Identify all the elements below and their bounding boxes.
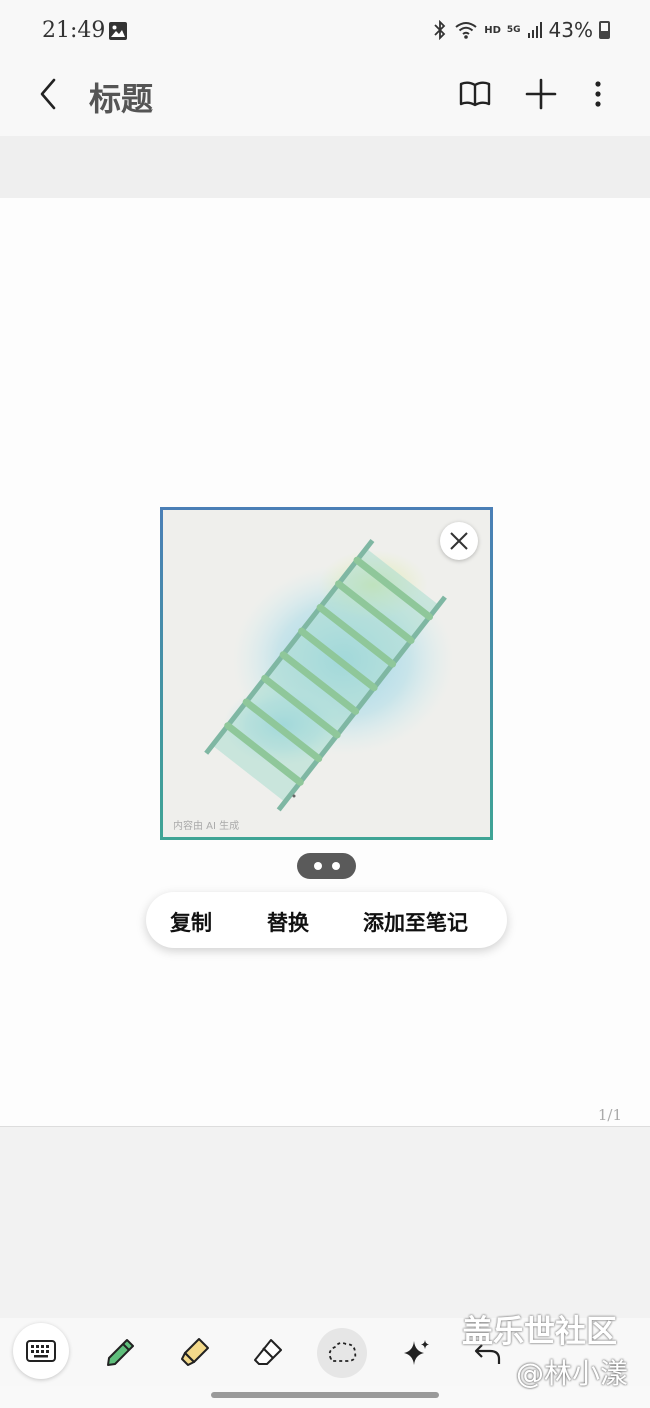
eraser-icon <box>254 1339 282 1365</box>
status-time: 21:49 <box>42 18 106 43</box>
top-gray-strip <box>0 136 650 198</box>
eraser-tool[interactable] <box>243 1328 293 1378</box>
highlighter-icon <box>181 1338 209 1366</box>
pen-tool[interactable] <box>95 1328 145 1378</box>
forum-watermark: 盖乐世社区 <box>462 1314 617 1350</box>
author-watermark: @林小漾 <box>516 1357 629 1390</box>
context-menu: 复制 替换 添加至笔记 <box>146 892 507 948</box>
more-icon[interactable] <box>580 76 616 112</box>
ai-assist-tool[interactable] <box>391 1328 441 1378</box>
sparkle-icon <box>404 1340 429 1365</box>
status-bar: 21:49 HD 5G 43% <box>0 0 650 60</box>
pen-icon <box>107 1339 134 1366</box>
add-to-note-button[interactable]: 添加至笔记 <box>363 907 468 937</box>
signal-icon <box>527 22 542 38</box>
highlighter-tool[interactable] <box>169 1328 219 1378</box>
ladder-image <box>204 538 453 812</box>
battery-percent: 43% <box>548 18 593 42</box>
book-icon[interactable] <box>457 76 493 112</box>
copy-button[interactable]: 复制 <box>170 907 212 937</box>
replace-button[interactable]: 替换 <box>267 907 309 937</box>
lasso-tool[interactable] <box>317 1328 367 1378</box>
app-bar: 标题 <box>0 60 650 136</box>
drag-handle[interactable] <box>297 853 356 879</box>
wifi-icon <box>455 22 477 39</box>
home-indicator[interactable] <box>211 1392 439 1398</box>
keyboard-icon <box>26 1340 56 1362</box>
battery-icon <box>599 21 610 39</box>
lower-area <box>0 1127 650 1318</box>
generated-image[interactable] <box>160 507 493 840</box>
bluetooth-icon <box>434 20 446 40</box>
lasso-icon <box>328 1342 357 1362</box>
plus-icon[interactable] <box>523 76 559 112</box>
page-title[interactable]: 标题 <box>89 74 153 120</box>
ai-generated-label: 内容由 AI 生成 <box>173 821 240 832</box>
keyboard-button[interactable] <box>13 1323 69 1379</box>
close-image-button[interactable] <box>440 522 478 560</box>
gallery-icon <box>109 22 127 40</box>
back-icon[interactable] <box>34 76 68 112</box>
hd-label: HD <box>484 24 501 36</box>
network-label: 5G <box>506 25 521 35</box>
page-indicator: 1/1 <box>597 1106 622 1124</box>
close-icon <box>450 532 468 550</box>
